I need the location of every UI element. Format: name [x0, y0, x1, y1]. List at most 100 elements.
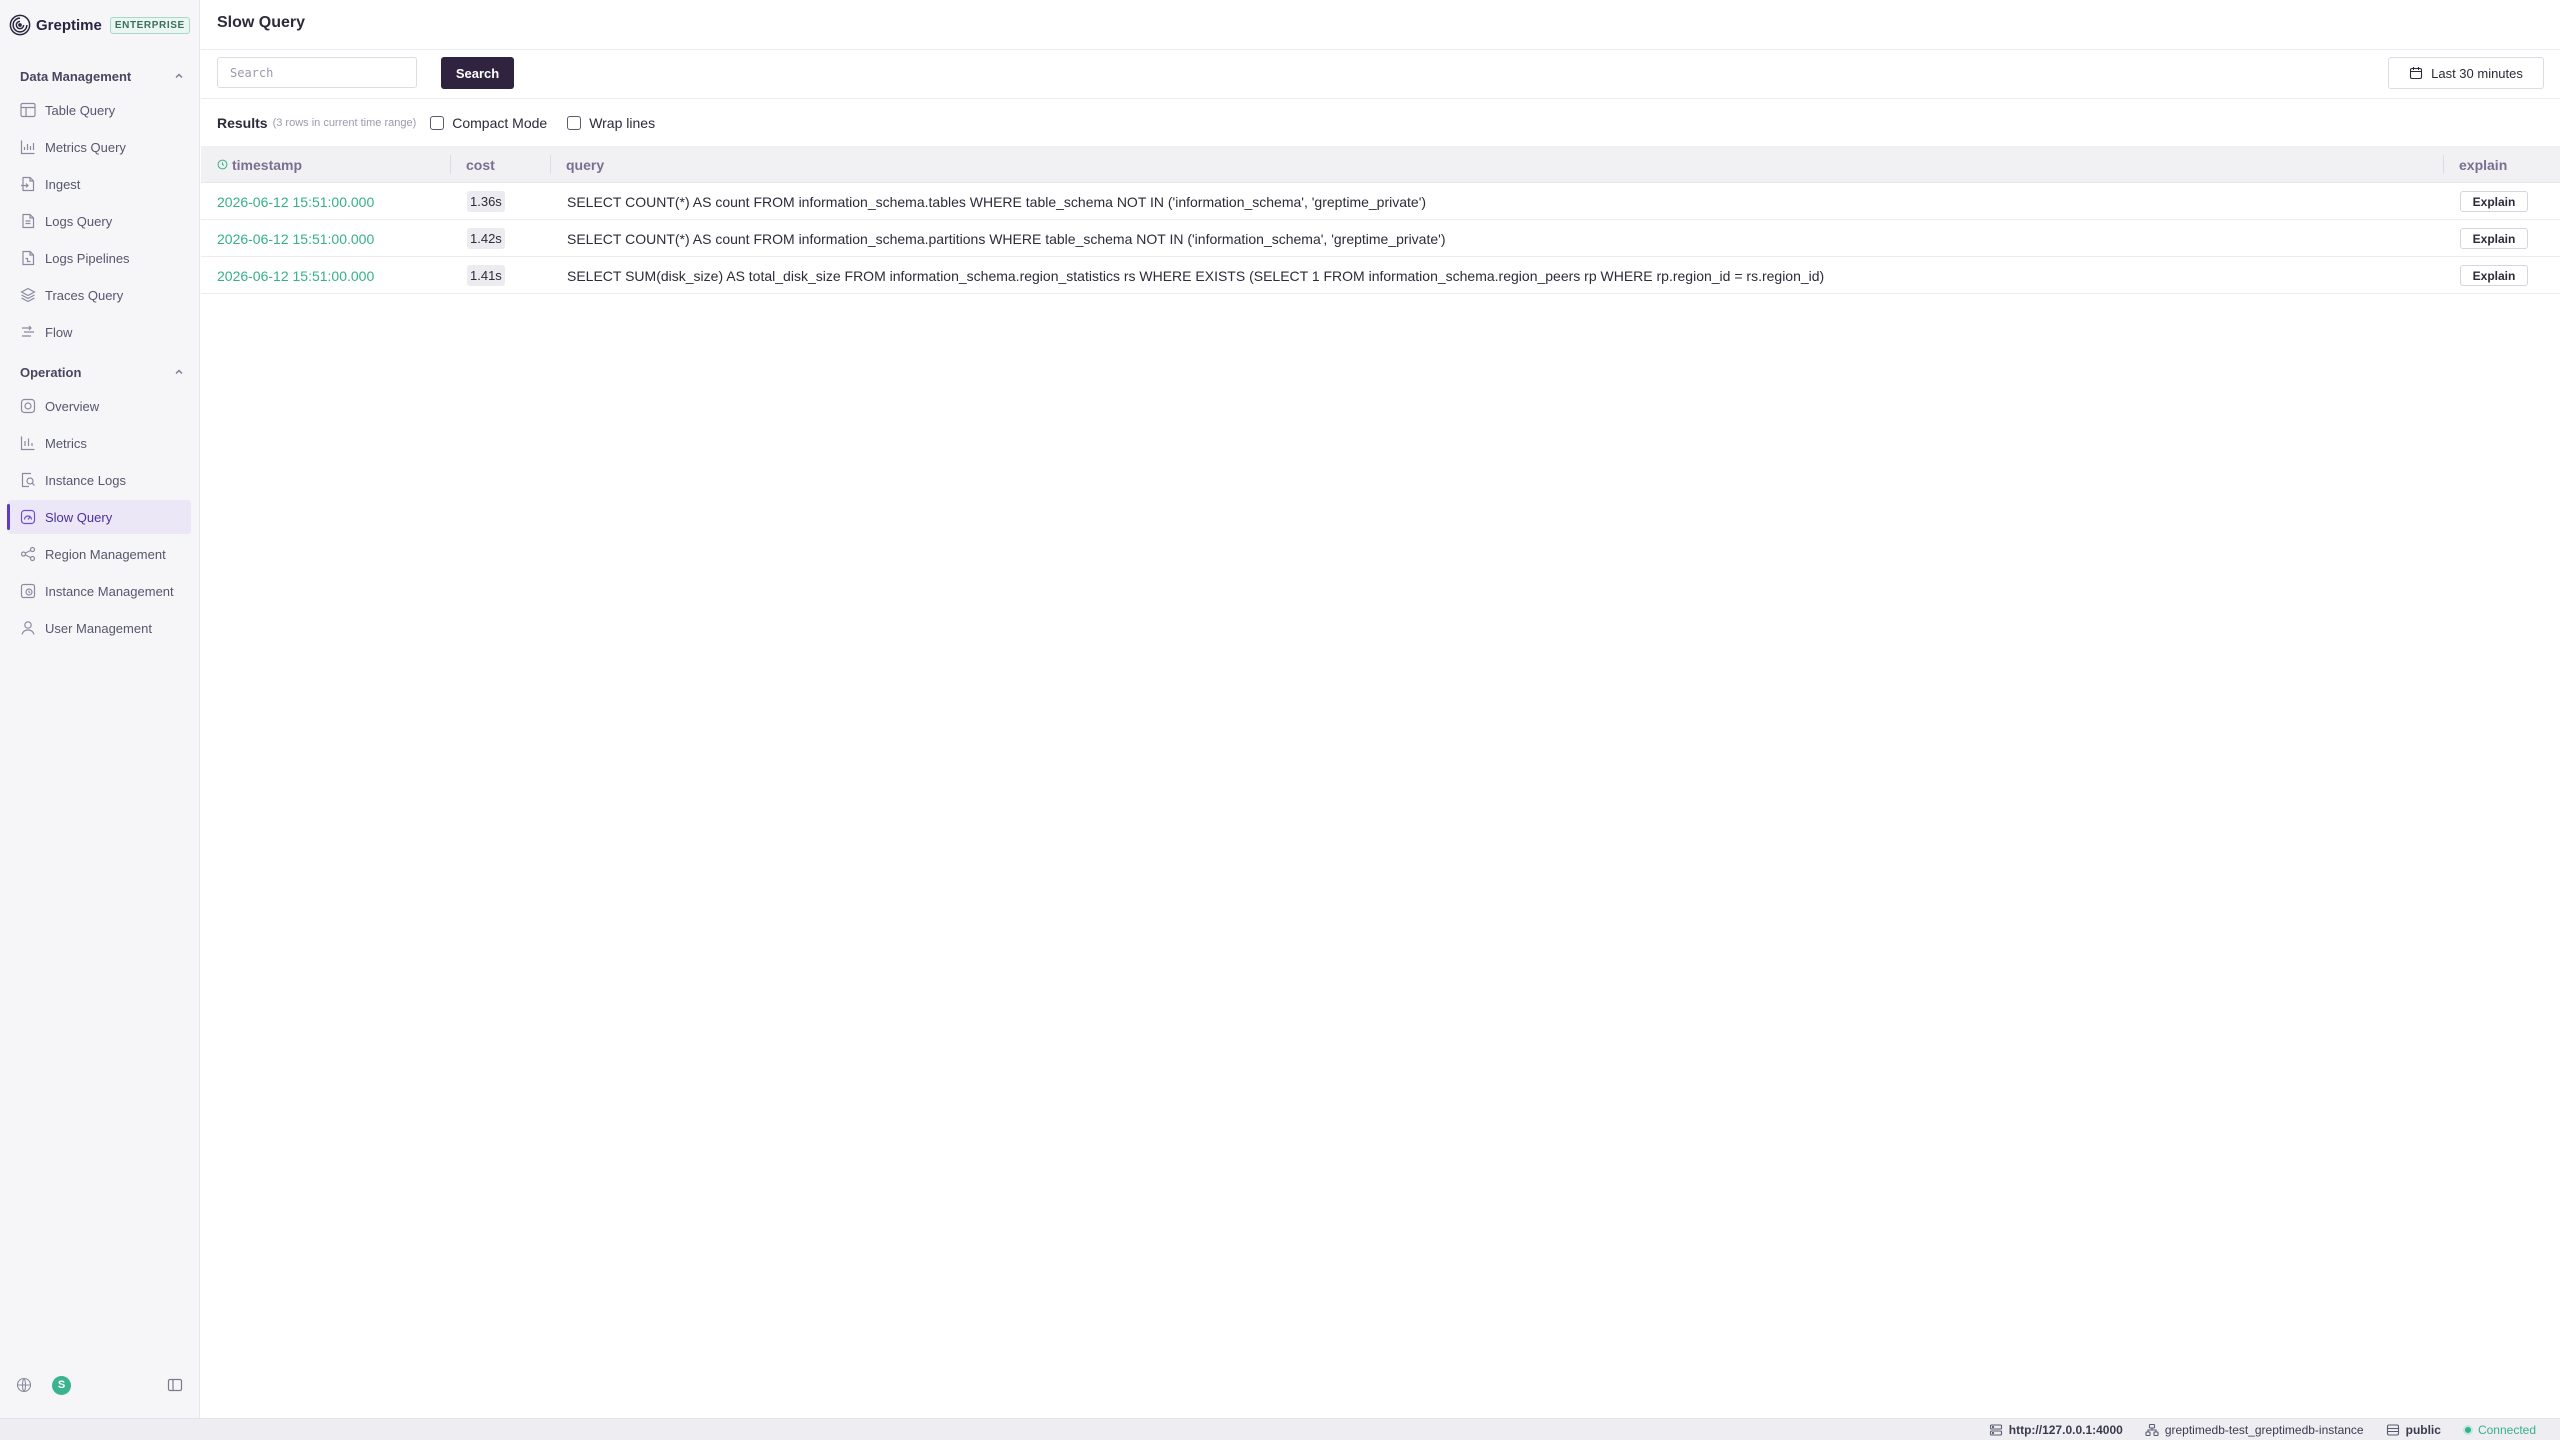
connection-status: Connected	[2477, 1422, 2536, 1437]
table-row: 2026-06-12 15:51:00.000 1.41s SELECT SUM…	[201, 257, 2560, 294]
sidebar-item-label: Metrics	[45, 435, 87, 451]
cost-cell: 1.36s	[467, 183, 505, 220]
sidebar-item-region-management[interactable]: Region Management	[8, 537, 191, 571]
table-row: 2026-06-12 15:51:00.000 1.36s SELECT COU…	[201, 183, 2560, 220]
sidebar-item-logs-pipelines[interactable]: Logs Pipelines	[8, 241, 191, 275]
chart-icon	[20, 140, 35, 155]
log-search-icon	[21, 472, 35, 488]
explain-cell: Explain	[2460, 257, 2528, 294]
avatar[interactable]: S	[52, 1375, 71, 1395]
sidebar-item-label: User Management	[45, 620, 152, 636]
server-icon	[1989, 1423, 2002, 1436]
column-header-cost[interactable]: cost	[450, 146, 495, 183]
column-header-timestamp[interactable]: timestamp	[217, 146, 302, 183]
cost-cell: 1.42s	[467, 220, 505, 257]
wrap-lines-label: Wrap lines	[589, 115, 656, 131]
cost-badge: 1.42s	[467, 228, 505, 249]
divider	[201, 98, 2560, 99]
column-header-label: query	[566, 156, 605, 173]
sidebar-item-user-management[interactable]: User Management	[8, 611, 191, 645]
sidebar-item-instance-logs[interactable]: Instance Logs	[8, 463, 191, 497]
results-table: timestamp cost query explain 2026-06-12 …	[201, 146, 2560, 294]
compact-mode-checkbox[interactable]	[430, 116, 445, 130]
wrap-lines-toggle[interactable]: Wrap lines	[567, 115, 655, 131]
sidebar-collapse-icon[interactable]	[167, 1377, 183, 1393]
edition-badge: ENTERPRISE	[109, 16, 190, 34]
metrics-icon	[20, 436, 35, 451]
query-cell[interactable]: SELECT COUNT(*) AS count FROM informatio…	[567, 220, 1445, 257]
explain-button[interactable]: Explain	[2460, 191, 2528, 212]
section-header-operation[interactable]: Operation	[0, 359, 199, 385]
time-range-picker[interactable]: Last 30 minutes	[2388, 57, 2544, 89]
sidebar-item-label: Table Query	[45, 102, 116, 118]
query-toolbar: Search Last 30 minutes	[217, 57, 2544, 89]
sidebar-item-overview[interactable]: Overview	[8, 389, 191, 423]
status-instance[interactable]: greptimedb-test_greptimedb-instance	[2145, 1423, 2364, 1437]
sidebar-item-flow[interactable]: Flow	[8, 315, 191, 349]
timestamp-cell: 2026-06-12 15:51:00.000	[217, 230, 375, 247]
database-icon	[2386, 1423, 2399, 1436]
search-button[interactable]: Search	[441, 57, 514, 89]
column-header-query[interactable]: query	[550, 146, 604, 183]
network-icon	[2145, 1423, 2159, 1436]
wrap-lines-checkbox[interactable]	[567, 116, 582, 130]
sidebar-item-label: Instance Logs	[45, 472, 126, 488]
sidebar-item-table-query[interactable]: Table Query	[8, 93, 191, 127]
status-database[interactable]: public	[2386, 1423, 2441, 1437]
query-cell[interactable]: SELECT COUNT(*) AS count FROM informatio…	[567, 183, 1426, 220]
status-bar: http://127.0.0.1:4000 greptimedb-test_gr…	[0, 1418, 2560, 1440]
server-url: http://127.0.0.1:4000	[2008, 1422, 2123, 1437]
sidebar-item-instance-management[interactable]: Instance Management	[8, 574, 191, 608]
timestamp-cell: 2026-06-12 15:51:00.000	[217, 193, 375, 210]
compact-mode-toggle[interactable]: Compact Mode	[430, 115, 547, 131]
brand[interactable]: Greptime ENTERPRISE	[0, 0, 199, 50]
status-connection: Connected	[2462, 1422, 2536, 1437]
explain-button[interactable]: Explain	[2460, 228, 2528, 249]
sidebar-item-label: Overview	[45, 398, 100, 414]
time-range-label: Last 30 minutes	[2431, 65, 2523, 81]
sidebar-item-ingest[interactable]: Ingest	[8, 167, 191, 201]
calendar-icon	[2410, 67, 2423, 80]
sidebar-item-label: Flow	[45, 324, 73, 340]
section-title: Operation	[20, 364, 82, 380]
brand-name: Greptime	[36, 16, 102, 34]
explain-button[interactable]: Explain	[2460, 265, 2528, 286]
sidebar-item-label: Slow Query	[45, 509, 113, 525]
sidebar-item-logs-query[interactable]: Logs Query	[8, 204, 191, 238]
sidebar-item-label: Logs Query	[45, 213, 113, 229]
flow-icon	[22, 325, 34, 337]
column-header-explain[interactable]: explain	[2443, 146, 2507, 183]
globe-icon[interactable]	[16, 1377, 32, 1393]
chevron-up-icon	[175, 73, 183, 78]
file-pipeline-icon	[22, 250, 35, 266]
section-header-data-management[interactable]: Data Management	[0, 63, 199, 89]
connected-dot-icon	[2462, 1424, 2473, 1435]
nav-group-data-management: Table Query Metrics Query Ingest Logs Qu…	[0, 93, 199, 349]
file-import-icon	[21, 176, 35, 192]
column-header-label: explain	[2459, 156, 2508, 173]
section-title: Data Management	[20, 68, 132, 84]
cost-badge: 1.41s	[467, 265, 505, 286]
greptime-logo-icon	[9, 14, 31, 36]
sidebar-item-metrics[interactable]: Metrics	[8, 426, 191, 460]
table-header: timestamp cost query explain	[201, 146, 2560, 183]
results-bar: Results (3 rows in current time range) C…	[217, 112, 655, 134]
sidebar: Greptime ENTERPRISE Data Management Tabl…	[0, 0, 200, 1418]
instance-name: greptimedb-test_greptimedb-instance	[2164, 1422, 2364, 1437]
chevron-up-icon	[175, 369, 183, 374]
compact-mode-label: Compact Mode	[452, 115, 548, 131]
instance-icon	[20, 583, 36, 599]
table-row: 2026-06-12 15:51:00.000 1.42s SELECT COU…	[201, 220, 2560, 257]
sidebar-item-metrics-query[interactable]: Metrics Query	[8, 130, 191, 164]
nav-group-operation: Overview Metrics Instance Logs Slow Quer…	[0, 389, 199, 645]
table-icon	[20, 102, 36, 118]
sidebar-item-traces-query[interactable]: Traces Query	[8, 278, 191, 312]
results-label: Results	[217, 115, 268, 131]
status-server-url[interactable]: http://127.0.0.1:4000	[1989, 1423, 2123, 1437]
sidebar-item-label: Metrics Query	[45, 139, 126, 155]
search-input[interactable]	[217, 57, 417, 88]
gauge-icon	[20, 509, 36, 525]
sidebar-item-label: Ingest	[45, 176, 81, 192]
query-cell[interactable]: SELECT SUM(disk_size) AS total_disk_size…	[567, 257, 1824, 294]
sidebar-item-slow-query[interactable]: Slow Query	[7, 500, 191, 534]
